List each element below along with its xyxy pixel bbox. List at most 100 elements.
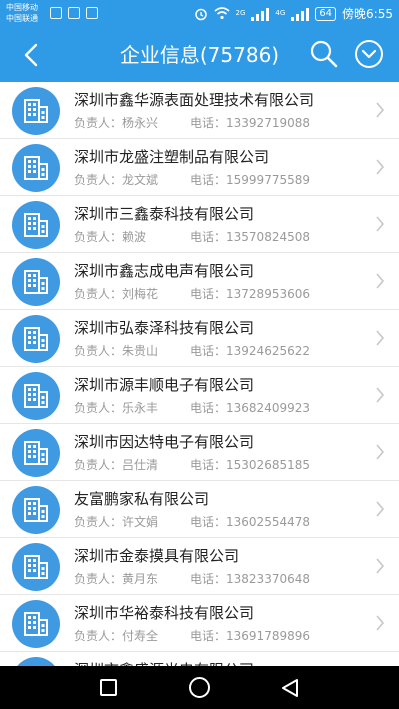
company-avatar: [12, 486, 60, 534]
person-name: 龙文斌: [122, 173, 159, 187]
company-row[interactable]: 深圳市鑫志成电声有限公司 负责人：刘梅花 电话：13728953606: [0, 253, 399, 310]
nav-recents-icon[interactable]: [100, 679, 117, 696]
company-avatar: [12, 600, 60, 648]
search-button[interactable]: [308, 38, 340, 70]
status-bar: 中国移动 中国联通 2G 4G 64 傍晚6:55: [0, 0, 399, 28]
company-meta: 负责人：龙文斌 电话：15999775589: [74, 172, 310, 188]
phone-number: 15999775589: [226, 173, 310, 187]
person-name: 黄月东: [122, 572, 159, 586]
person-label: 负责人：: [74, 230, 123, 244]
company-row[interactable]: 深圳市龙盛注塑制品有限公司负责人：龙文斌 电话：15999775589: [0, 139, 399, 196]
wifi-icon: [214, 7, 230, 20]
company-avatar: [12, 87, 60, 135]
chevron-right-icon: [376, 501, 385, 517]
person-label: 负责人：: [74, 515, 123, 529]
building-icon: [24, 498, 48, 522]
battery-icon: 64: [315, 6, 337, 21]
carrier-info: 中国移动 中国联通: [6, 2, 38, 24]
company-name: 深圳市金泰摸具有限公司: [74, 547, 240, 565]
person-name: 乐永丰: [122, 401, 159, 415]
phone-number: 13728953606: [226, 287, 310, 301]
building-icon: [24, 441, 48, 465]
company-row[interactable]: 深圳市金泰摸具有限公司 负责人：黄月东 电话：13823370648: [0, 538, 399, 595]
company-meta: 负责人：许文娟 电话：13602554478: [74, 514, 310, 530]
notification-icons: [50, 7, 98, 19]
company-name: 友富鹏家私有限公司: [74, 490, 210, 508]
building-icon: [24, 156, 48, 180]
phone-field: 电话：15999775589: [190, 172, 310, 188]
company-row[interactable]: 深圳市鑫华源表面处理技术有限公司负责人：杨永兴 电话：13392719088: [0, 82, 399, 139]
company-row[interactable]: 深圳市因达特电子有限公司负责人：吕仕清 电话：15302685185: [0, 424, 399, 481]
person-name: 刘梅花: [122, 287, 159, 301]
phone-field: 电话：15302685185: [190, 457, 310, 473]
company-row[interactable]: 深圳市源丰顺电子有限公司 负责人：乐永丰 电话：13682409923: [0, 367, 399, 424]
person-name: 许文娟: [122, 515, 159, 529]
phone-label: 电话：: [190, 116, 227, 130]
company-meta: 负责人：乐永丰 电话：13682409923: [74, 400, 310, 416]
phone-field: 电话：13570824508: [190, 229, 310, 245]
company-row[interactable]: 深圳市弘泰泽科技有限公司 负责人：朱贵山 电话：13924625622: [0, 310, 399, 367]
phone-number: 13924625622: [226, 344, 310, 358]
phone-label: 电话：: [190, 458, 227, 472]
building-icon: [24, 213, 48, 237]
company-row[interactable]: 深圳市鑫盛源光电有限公司负责人：电话：: [0, 652, 399, 666]
company-meta: 负责人：赖波 电话：13570824508: [74, 229, 310, 245]
company-avatar: [12, 315, 60, 363]
network-type-1: 2G: [235, 9, 246, 17]
nav-home-icon[interactable]: [189, 677, 210, 698]
company-meta: 负责人：黄月东 电话：13823370648: [74, 571, 310, 587]
company-name: 深圳市鑫华源表面处理技术有限公司: [74, 91, 315, 109]
building-icon: [24, 327, 48, 351]
notification-icon: [50, 7, 62, 19]
phone-label: 电话：: [190, 401, 227, 415]
phone-number: 15302685185: [226, 458, 310, 472]
phone-number: 13682409923: [226, 401, 310, 415]
navigation-bar: [0, 666, 399, 709]
company-meta: 负责人：付寿全 电话：13691789896: [74, 628, 310, 644]
phone-label: 电话：: [190, 572, 227, 586]
chevron-right-icon: [376, 273, 385, 289]
company-avatar: [12, 258, 60, 306]
phone-label: 电话：: [190, 629, 227, 643]
signal-icon: [291, 7, 310, 21]
network-type-2: 4G: [275, 9, 286, 17]
nav-back-icon[interactable]: [281, 678, 299, 698]
phone-label: 电话：: [190, 230, 227, 244]
person-name: 朱贵山: [122, 344, 159, 358]
company-row[interactable]: 深圳市华裕泰科技有限公司 负责人：付寿全 电话：13691789896: [0, 595, 399, 652]
person-name: 吕仕清: [122, 458, 159, 472]
company-avatar: [12, 657, 60, 666]
company-name: 深圳市龙盛注塑制品有限公司: [74, 148, 270, 166]
phone-number: 13392719088: [226, 116, 310, 130]
company-name: 深圳市因达特电子有限公司: [74, 433, 255, 451]
person-name: 付寿全: [122, 629, 159, 643]
phone-number: 13823370648: [226, 572, 310, 586]
phone-label: 电话：: [190, 173, 227, 187]
chevron-down-circle-icon: [355, 40, 383, 68]
more-button[interactable]: [354, 39, 384, 69]
app-bar: 企业信息(75786): [0, 28, 399, 82]
company-row[interactable]: 友富鹏家私有限公司负责人：许文娟 电话：13602554478: [0, 481, 399, 538]
status-right: 2G 4G 64 傍晚6:55: [194, 5, 393, 22]
company-meta: 负责人：刘梅花 电话：13728953606: [74, 286, 310, 302]
notification-icon: [68, 7, 80, 19]
company-avatar: [12, 543, 60, 591]
chevron-right-icon: [376, 216, 385, 232]
phone-field: 电话：13823370648: [190, 571, 310, 587]
company-row[interactable]: 深圳市三鑫泰科技有限公司 负责人：赖波 电话：13570824508: [0, 196, 399, 253]
company-name: 深圳市华裕泰科技有限公司: [74, 604, 255, 622]
phone-field: 电话：13728953606: [190, 286, 310, 302]
chevron-right-icon: [376, 444, 385, 460]
company-avatar: [12, 201, 60, 249]
phone-number: 13602554478: [226, 515, 310, 529]
person-label: 负责人：: [74, 173, 123, 187]
company-list[interactable]: 深圳市鑫华源表面处理技术有限公司 负责人：杨永兴 电话：13392719088 深圳市…: [0, 82, 399, 666]
phone-label: 电话：: [190, 344, 227, 358]
chevron-right-icon: [376, 330, 385, 346]
person-name: 杨永兴: [122, 116, 159, 130]
person-label: 负责人：: [74, 287, 123, 301]
person-label: 负责人：: [74, 116, 123, 130]
chevron-right-icon: [376, 615, 385, 631]
chevron-right-icon: [376, 558, 385, 574]
person-label: 负责人：: [74, 458, 123, 472]
